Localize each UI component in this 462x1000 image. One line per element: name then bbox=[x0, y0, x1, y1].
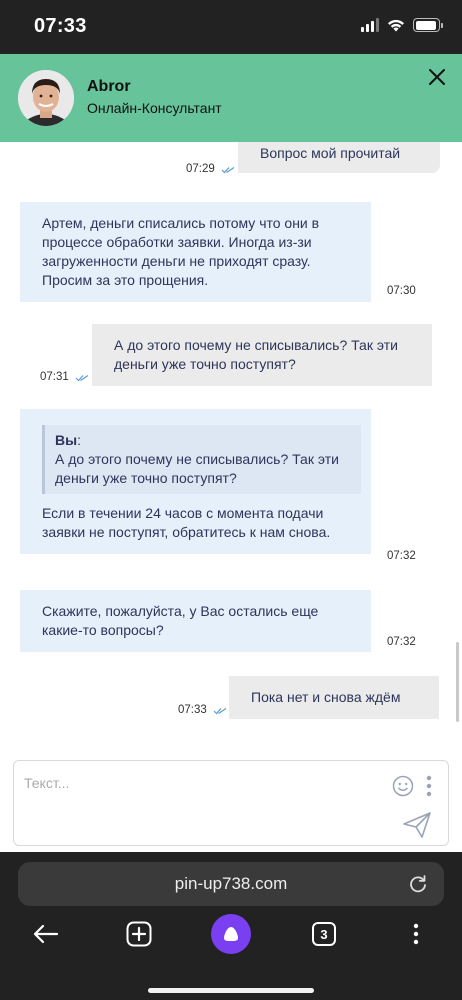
tabs-button[interactable]: 3 bbox=[310, 912, 338, 956]
message-text: А до этого почему не списывались? Так эт… bbox=[114, 337, 398, 372]
composer bbox=[13, 760, 449, 846]
read-ticks-icon bbox=[221, 167, 235, 174]
address-bar[interactable]: pin-up738.com bbox=[18, 862, 444, 906]
message-text: Артем, деньги списались потому что они в… bbox=[42, 215, 320, 288]
composer-area bbox=[0, 752, 462, 852]
message-time: 07:29 bbox=[186, 163, 215, 175]
close-chat-button[interactable] bbox=[424, 64, 450, 90]
agent-role: Онлайн-Консультант bbox=[87, 100, 222, 116]
more-options-button[interactable] bbox=[426, 775, 432, 797]
back-arrow-icon bbox=[33, 924, 59, 944]
alice-icon bbox=[211, 914, 251, 954]
message-incoming: Скажите, пожалуйста, у Вас остались еще … bbox=[20, 590, 371, 652]
url-text: pin-up738.com bbox=[174, 874, 288, 893]
emoji-icon bbox=[392, 775, 414, 797]
reload-icon[interactable] bbox=[408, 874, 428, 894]
close-icon bbox=[429, 69, 445, 85]
more-vertical-icon bbox=[413, 923, 419, 945]
avatar bbox=[18, 70, 74, 126]
quote-colon: : bbox=[77, 432, 81, 448]
message-input[interactable] bbox=[24, 775, 384, 835]
message-text: Если в течении 24 часов с момента подачи… bbox=[42, 505, 331, 540]
quote-text: А до этого почему не списывались? Так эт… bbox=[55, 451, 339, 486]
message-incoming: Артем, деньги списались потому что они в… bbox=[20, 202, 371, 302]
browser-menu-button[interactable] bbox=[408, 912, 424, 956]
message-text: Пока нет и снова ждём bbox=[251, 689, 401, 705]
message-time: 07:31 bbox=[40, 371, 69, 383]
message-outgoing: Пока нет и снова ждём bbox=[229, 676, 439, 719]
send-icon bbox=[403, 812, 431, 838]
quoted-message: Вы: А до этого почему не списывались? Та… bbox=[42, 425, 361, 494]
back-button[interactable] bbox=[30, 912, 62, 956]
status-time: 07:33 bbox=[34, 15, 87, 37]
agent-photo bbox=[18, 70, 74, 126]
message-text: Скажите, пожалуйста, у Вас остались еще … bbox=[42, 603, 319, 638]
cellular-signal-icon bbox=[361, 18, 379, 32]
home-indicator[interactable] bbox=[148, 988, 314, 993]
battery-icon bbox=[413, 18, 443, 32]
agent-name: Abror bbox=[87, 78, 131, 95]
send-button[interactable] bbox=[402, 811, 432, 839]
new-tab-button[interactable] bbox=[124, 912, 154, 956]
read-ticks-icon bbox=[75, 375, 89, 382]
message-outgoing: Вопрос мой прочитай bbox=[238, 142, 440, 173]
message-time: 07:33 bbox=[178, 704, 207, 716]
wifi-icon bbox=[388, 19, 404, 32]
more-vertical-icon bbox=[426, 775, 432, 797]
status-bar: 07:33 bbox=[0, 0, 462, 54]
message-time: 07:32 bbox=[387, 636, 416, 648]
scrollbar-thumb[interactable] bbox=[456, 642, 459, 722]
chat-header: Abror Онлайн-Консультант bbox=[0, 54, 462, 142]
status-icons bbox=[361, 18, 443, 32]
message-time: 07:30 bbox=[387, 285, 416, 297]
browser-nav-row: 3 bbox=[0, 912, 462, 956]
plus-icon bbox=[126, 921, 152, 947]
alice-assistant-button[interactable] bbox=[211, 912, 251, 956]
message-list[interactable]: Вопрос мой прочитай 07:29 Артем, деньги … bbox=[0, 142, 462, 752]
tab-count: 3 bbox=[312, 922, 336, 946]
read-ticks-icon bbox=[213, 708, 227, 715]
message-outgoing: А до этого почему не списывались? Так эт… bbox=[92, 324, 432, 386]
quote-author: Вы bbox=[55, 432, 78, 448]
emoji-button[interactable] bbox=[392, 775, 414, 797]
message-time: 07:32 bbox=[387, 550, 416, 562]
message-text: Вопрос мой прочитай bbox=[260, 145, 401, 161]
browser-toolbar: pin-up738.com 3 bbox=[0, 852, 462, 1000]
message-incoming: Вы: А до этого почему не списывались? Та… bbox=[20, 409, 371, 554]
